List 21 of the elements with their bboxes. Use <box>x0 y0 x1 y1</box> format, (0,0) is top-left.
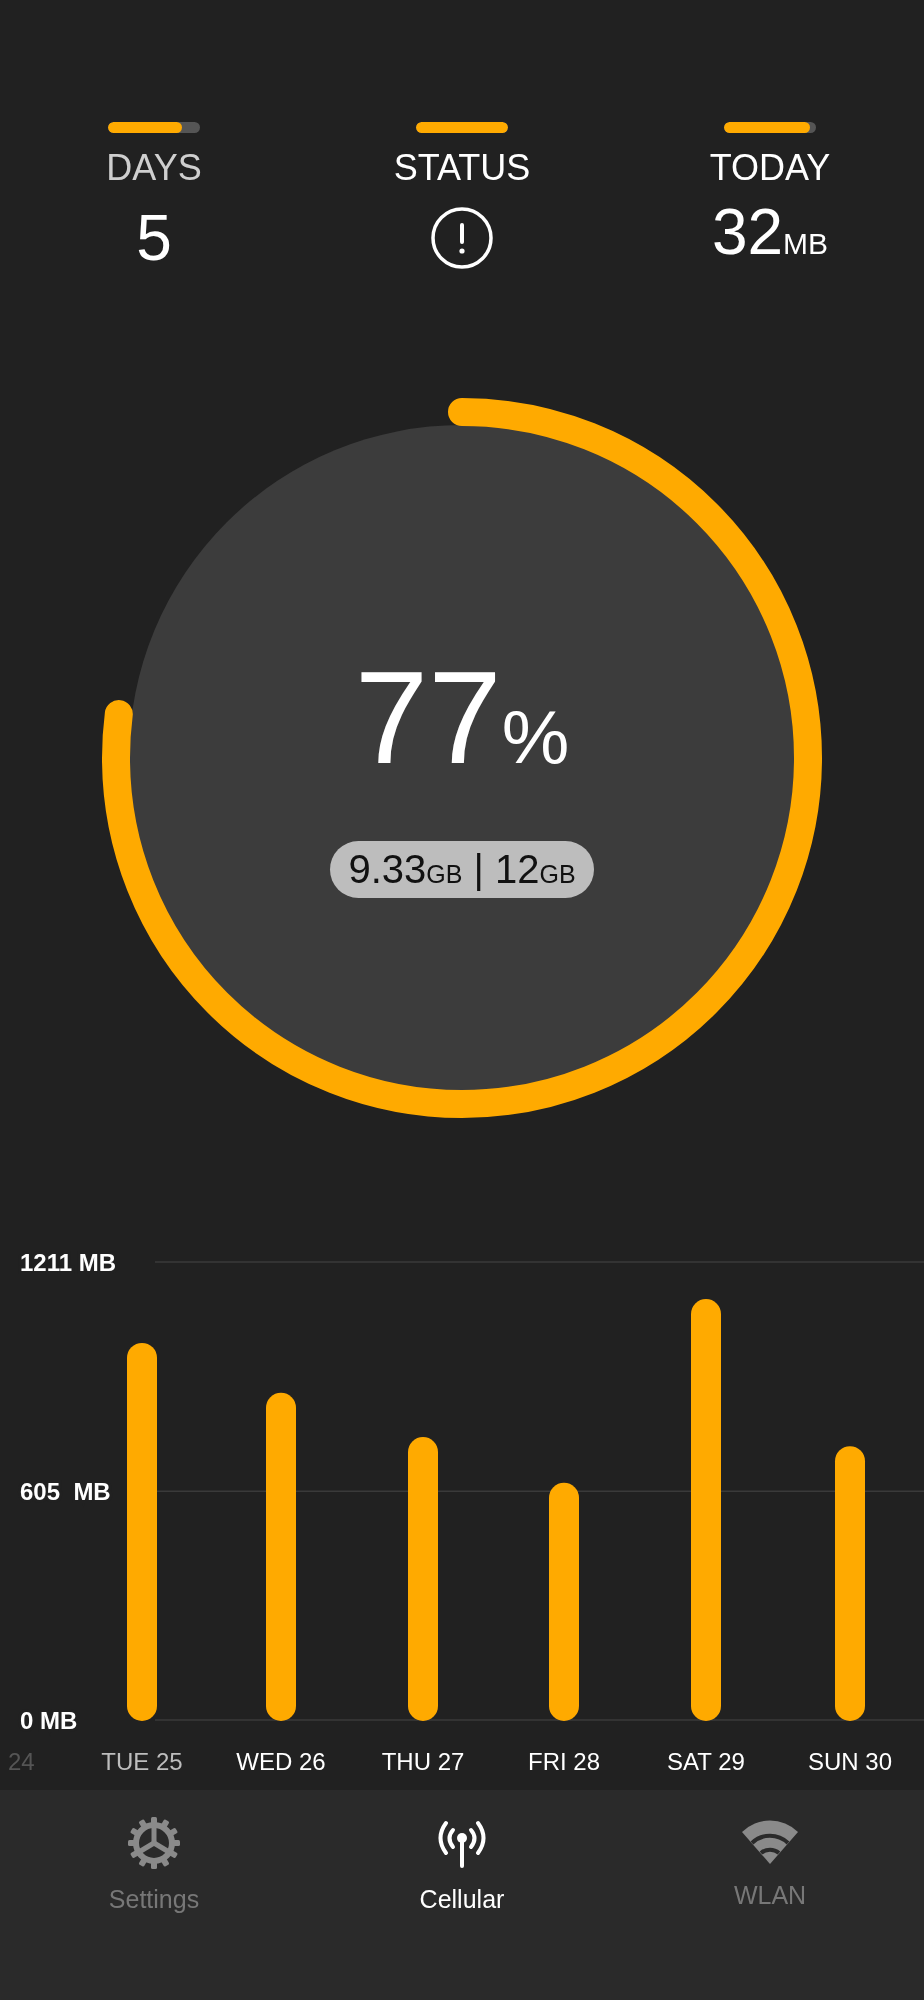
axis-label: SAT 29 <box>667 1748 745 1775</box>
axis-label: 0 MB <box>20 1707 78 1734</box>
settings-icon <box>127 1816 181 1870</box>
tab[interactable]: Settings <box>98 1812 210 1918</box>
stat-label: TODAY <box>709 147 831 189</box>
axis-label: FRI 28 <box>528 1748 600 1775</box>
alert-icon <box>430 206 494 270</box>
usage-badge: 9.33GB | 12GB <box>330 841 594 898</box>
axis-label: SUN 30 <box>808 1748 892 1775</box>
axis-label: TUE 25 <box>101 1748 183 1775</box>
tab[interactable]: Cellular <box>409 1812 515 1918</box>
axis-label: WED 26 <box>236 1748 326 1775</box>
axis-label: 1211 MB <box>20 1250 117 1276</box>
stat-label: STATUS <box>393 147 531 189</box>
stat-value: 32MB <box>711 197 829 270</box>
stat-label: DAYS <box>106 147 202 189</box>
axis-label: THU 27 <box>381 1748 465 1775</box>
tab[interactable]: WLAN <box>723 1812 817 1914</box>
stat-value: 5 <box>136 203 172 273</box>
axis-label: 605 MB <box>20 1478 111 1506</box>
percent-value: 77% <box>354 648 570 793</box>
